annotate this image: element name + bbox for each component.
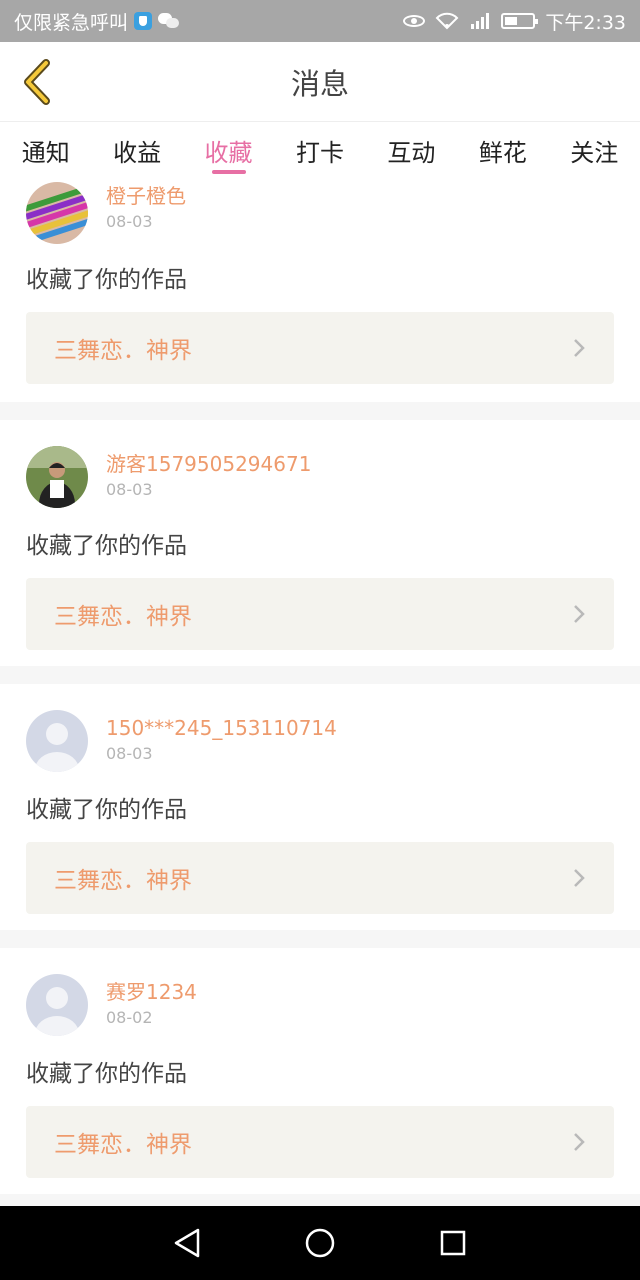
chevron-right-icon xyxy=(574,605,585,623)
action-text: 收藏了你的作品 xyxy=(26,1061,187,1087)
tab-favorites[interactable]: 收藏 xyxy=(183,122,274,178)
message-list[interactable]: 橙子橙色 08-03 收藏了你的作品 三舞恋．神界 游客157950529467… xyxy=(0,178,640,1206)
status-time: 下午2:33 xyxy=(545,11,626,34)
list-item: 150***245_153110714 08-03 收藏了你的作品 三舞恋．神界 xyxy=(0,684,640,930)
action-text: 收藏了你的作品 xyxy=(26,533,187,559)
nav-home-button[interactable] xyxy=(290,1213,350,1273)
work-link[interactable]: 三舞恋．神界 xyxy=(26,578,614,650)
work-link[interactable]: 三舞恋．神界 xyxy=(26,842,614,914)
work-title: 三舞恋．神界 xyxy=(54,1132,192,1158)
signal-icon xyxy=(469,12,491,30)
battery-icon xyxy=(501,13,539,29)
message-date: 08-03 xyxy=(106,212,153,231)
default-avatar-icon[interactable] xyxy=(26,710,88,772)
security-shield-icon xyxy=(134,12,153,30)
username[interactable]: 赛罗1234 xyxy=(106,980,197,1004)
list-item: 赛罗1234 08-02 收藏了你的作品 三舞恋．神界 xyxy=(0,948,640,1194)
list-item: 橙子橙色 08-03 收藏了你的作品 三舞恋．神界 xyxy=(0,178,640,402)
chevron-right-icon xyxy=(574,339,585,357)
square-recents-icon xyxy=(441,1230,466,1256)
tab-notifications[interactable]: 通知 xyxy=(0,122,91,178)
nav-back-button[interactable] xyxy=(157,1213,217,1273)
tab-checkin[interactable]: 打卡 xyxy=(274,122,365,178)
page-title: 消息 xyxy=(290,66,349,101)
chevron-left-icon xyxy=(24,59,50,105)
circle-home-icon xyxy=(305,1228,335,1258)
eye-icon xyxy=(403,15,426,27)
tab-interaction[interactable]: 互动 xyxy=(366,122,457,178)
username[interactable]: 游客1579505294671 xyxy=(106,452,311,476)
action-text: 收藏了你的作品 xyxy=(26,267,187,293)
action-text: 收藏了你的作品 xyxy=(26,797,187,823)
username[interactable]: 150***245_153110714 xyxy=(106,716,337,740)
app-header: 消息 xyxy=(0,42,640,122)
message-date: 08-03 xyxy=(106,744,153,763)
nav-recents-button[interactable] xyxy=(423,1213,483,1273)
tab-follow[interactable]: 关注 xyxy=(549,122,640,178)
work-link[interactable]: 三舞恋．神界 xyxy=(26,312,614,384)
tab-flowers[interactable]: 鲜花 xyxy=(457,122,548,178)
chevron-right-icon xyxy=(574,1133,585,1151)
wifi-icon xyxy=(435,12,459,30)
carrier-text: 仅限紧急呼叫 xyxy=(14,11,129,34)
work-title: 三舞恋．神界 xyxy=(54,338,192,364)
triangle-back-icon xyxy=(174,1228,199,1258)
message-date: 08-03 xyxy=(106,480,153,499)
back-button[interactable] xyxy=(14,56,58,108)
work-title: 三舞恋．神界 xyxy=(54,604,192,630)
system-nav-bar xyxy=(0,1206,640,1280)
wechat-icon xyxy=(158,13,180,29)
message-date: 08-02 xyxy=(106,1008,153,1027)
active-tab-indicator xyxy=(211,170,246,174)
user-avatar[interactable] xyxy=(26,446,88,508)
username[interactable]: 橙子橙色 xyxy=(106,184,186,208)
work-title: 三舞恋．神界 xyxy=(54,868,192,894)
status-bar: 仅限紧急呼叫 下午2:33 xyxy=(0,0,640,42)
user-avatar[interactable] xyxy=(26,182,88,244)
work-link[interactable]: 三舞恋．神界 xyxy=(26,1106,614,1178)
chevron-right-icon xyxy=(574,869,585,887)
tab-bar: 通知 收益 收藏 打卡 互动 鲜花 关注 xyxy=(0,122,640,178)
tab-earnings[interactable]: 收益 xyxy=(91,122,182,178)
default-avatar-icon[interactable] xyxy=(26,974,88,1036)
list-item: 游客1579505294671 08-03 收藏了你的作品 三舞恋．神界 xyxy=(0,420,640,666)
